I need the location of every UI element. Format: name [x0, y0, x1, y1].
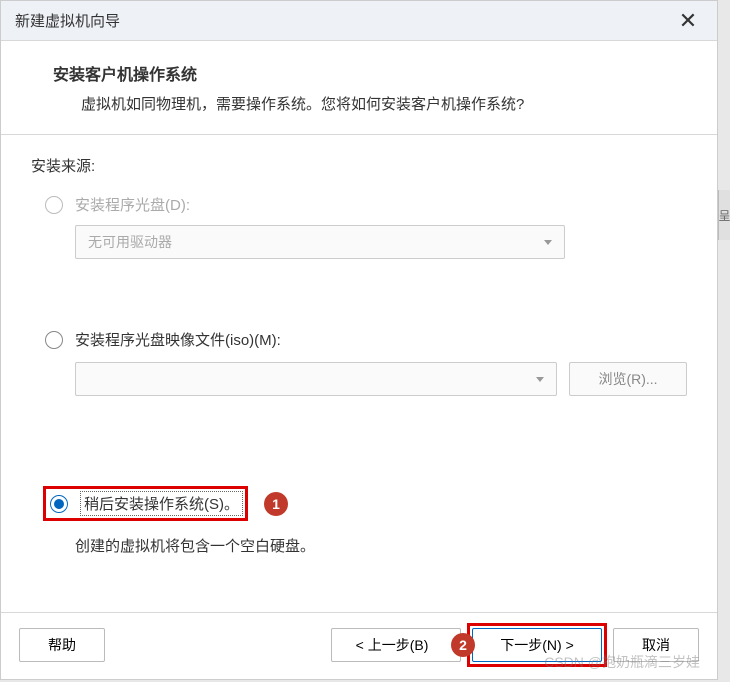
radio-iso[interactable]	[45, 331, 63, 349]
next-button-highlight: 下一步(N) >	[467, 623, 607, 667]
wizard-header: 安装客户机操作系统 虚拟机如同物理机，需要操作系统。您将如何安装客户机操作系统?	[1, 41, 717, 135]
browse-button: 浏览(R)...	[569, 362, 687, 396]
disc-drive-dropdown: 无可用驱动器	[75, 225, 565, 259]
radio-later[interactable]	[50, 495, 68, 513]
radio-disc	[45, 196, 63, 214]
option-disc-label: 安装程序光盘(D):	[75, 194, 190, 215]
back-label: < 上一步(B)	[356, 635, 429, 655]
annotation-marker-1: 1	[264, 492, 288, 516]
page-subtitle: 虚拟机如同物理机，需要操作系统。您将如何安装客户机操作系统?	[53, 93, 687, 114]
close-button[interactable]: ✕	[673, 6, 703, 36]
edge-char: 呈	[719, 207, 730, 224]
option-iso-label: 安装程序光盘映像文件(iso)(M):	[75, 329, 281, 350]
window-title: 新建虚拟机向导	[15, 10, 120, 31]
wizard-dialog: 新建虚拟机向导 ✕ 安装客户机操作系统 虚拟机如同物理机，需要操作系统。您将如何…	[0, 0, 718, 680]
titlebar: 新建虚拟机向导 ✕	[1, 1, 717, 41]
annotation-marker-2: 2	[451, 633, 475, 657]
disc-drive-value: 无可用驱动器	[88, 232, 172, 252]
source-label: 安装来源:	[31, 155, 687, 176]
page-title: 安装客户机操作系统	[53, 61, 687, 85]
iso-path-dropdown[interactable]	[75, 362, 557, 396]
close-icon: ✕	[679, 8, 697, 34]
option-installer-disc: 安装程序光盘(D):	[45, 194, 687, 215]
cancel-label: 取消	[642, 635, 670, 655]
browse-label: 浏览(R)...	[598, 369, 657, 389]
back-button[interactable]: < 上一步(B)	[331, 628, 461, 662]
option-later-label[interactable]: 稍后安装操作系统(S)。	[80, 491, 243, 516]
next-label: 下一步(N) >	[500, 635, 574, 655]
help-label: 帮助	[48, 635, 76, 655]
chevron-down-icon	[536, 377, 544, 382]
chevron-down-icon	[544, 240, 552, 245]
cancel-button[interactable]: 取消	[613, 628, 699, 662]
later-description: 创建的虚拟机将包含一个空白硬盘。	[75, 535, 687, 556]
option-iso-file[interactable]: 安装程序光盘映像文件(iso)(M):	[45, 329, 687, 350]
help-button[interactable]: 帮助	[19, 628, 105, 662]
wizard-content: 安装来源: 安装程序光盘(D): 无可用驱动器 安装程序光盘映像文件(iso)(…	[1, 135, 717, 612]
next-button[interactable]: 下一步(N) >	[472, 628, 602, 662]
wizard-footer: 帮助 < 上一步(B) 2 下一步(N) > 取消	[1, 612, 717, 679]
background-panel-edge: 呈	[718, 190, 730, 240]
option-install-later-highlight: 稍后安装操作系统(S)。	[43, 486, 248, 521]
